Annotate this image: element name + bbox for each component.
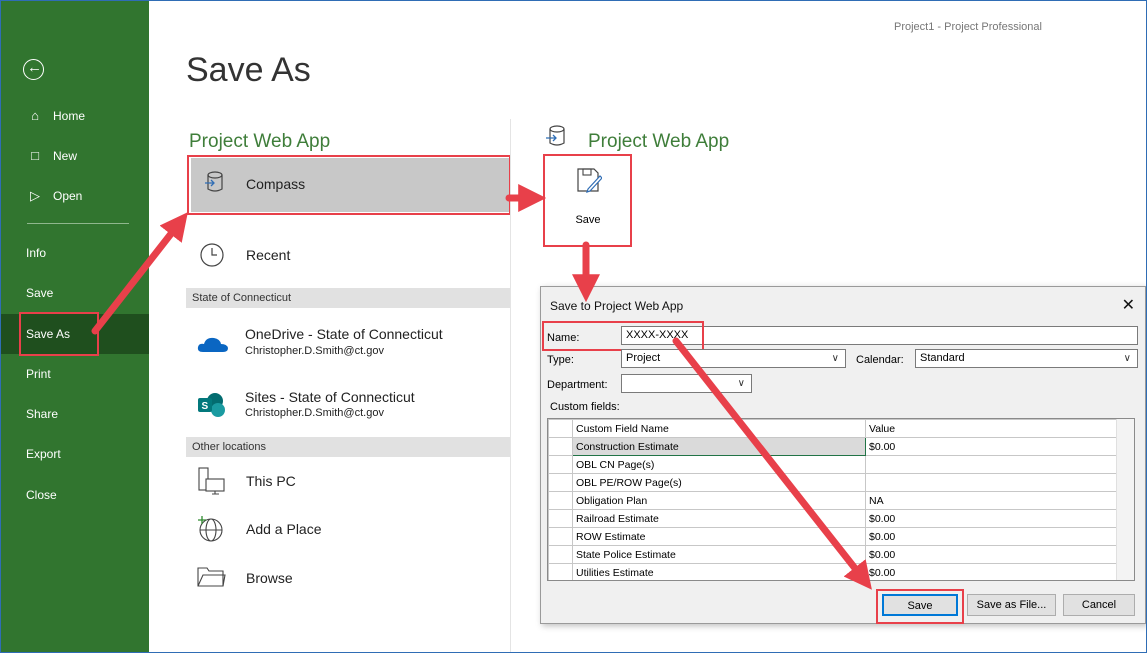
arrow-name-to-save bbox=[672, 337, 872, 590]
backstage-window: ← ⌂ Home □ New ▷ Open Info Save Save As … bbox=[0, 0, 1147, 653]
arrow-saveas-to-compass bbox=[91, 212, 188, 335]
callout-arrows bbox=[91, 184, 872, 590]
